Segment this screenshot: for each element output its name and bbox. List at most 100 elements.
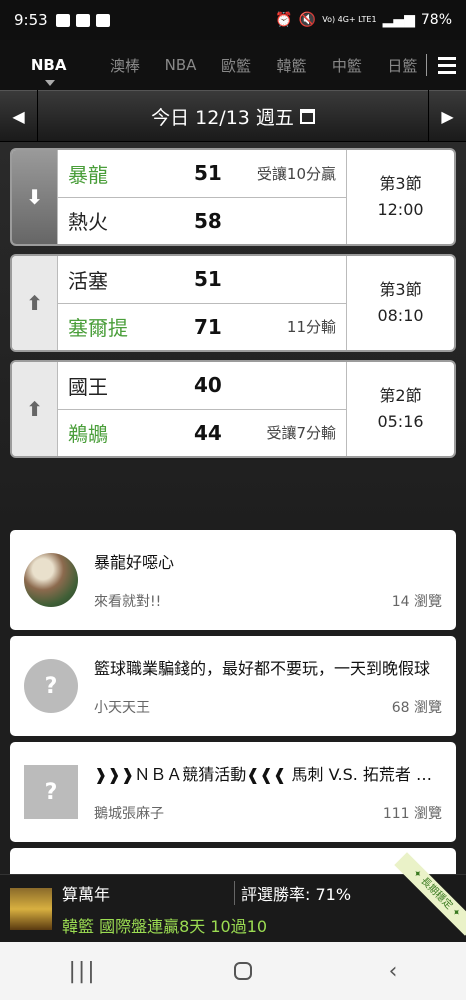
list-item[interactable]: ? ❱❱❱ＮＢＡ競猜活動❰❰❰ 馬刺 V.S. 拓荒者 預測賽果 鵝城張麻子 1…: [10, 742, 456, 842]
post-views: 14 瀏覽: [391, 594, 442, 610]
post-list: 暴龍好噁心 來看就對!! 14 瀏覽 ? 籃球職業騙錢的，最好都不要玩，一天到晚…: [0, 530, 466, 874]
home-button[interactable]: [233, 962, 252, 980]
avatar: [10, 887, 52, 930]
post-body: ❱❱❱ＮＢＡ競猜活動❰❰❰ 馬刺 V.S. 拓荒者 預測賽果 鵝城張麻子 111…: [94, 761, 442, 823]
team-score: 51: [194, 161, 222, 186]
recent-apps-button[interactable]: |||: [68, 959, 96, 984]
team-name: 鵜鶘: [68, 422, 108, 447]
avatar: [24, 553, 78, 607]
next-day-button[interactable]: ▶: [428, 90, 466, 142]
team-name: 國王: [68, 374, 108, 399]
game-clock: 12:00: [377, 200, 424, 219]
team-score: 44: [194, 420, 222, 445]
tab-euro-basketball[interactable]: 歐籃: [208, 55, 263, 76]
post-author: 小天天王: [94, 700, 150, 716]
tab-korea-basketball[interactable]: 韓籃: [264, 55, 319, 76]
arrow-right-icon: ▶: [441, 106, 454, 126]
team-row: 活塞 51: [58, 256, 346, 303]
post-views: 111 瀏覽: [382, 806, 442, 822]
game-teams: 國王 40 鵜鶘 44 受讓7分輸: [58, 362, 346, 456]
team-name: 暴龍: [68, 162, 108, 187]
post-meta: 來看就對!! 14 瀏覽: [94, 591, 442, 611]
status-time: 9:53: [14, 11, 48, 29]
date-bar: ◀ 今日 12/13 週五 ▶: [0, 90, 466, 142]
team-score: 71: [194, 314, 222, 339]
gallery-icon: [55, 13, 70, 27]
handicap-note: 受讓7分輸: [266, 424, 336, 443]
team-row: 塞爾提 71 11分輸: [58, 302, 346, 351]
expert-record: 韓籃 國際盤連贏8天 10過10: [62, 916, 268, 936]
win-rate: 評選勝率: 71%: [234, 880, 351, 905]
alarm-icon: ⏰: [275, 12, 293, 28]
back-button[interactable]: ‹: [389, 959, 398, 984]
game-period: 第3節: [379, 174, 422, 193]
handicap-note: 受讓10分贏: [256, 164, 336, 183]
post-author: 鵝城張麻子: [94, 806, 164, 822]
game-status: 第3節 08:10: [346, 256, 454, 350]
team-score: 51: [194, 267, 222, 292]
team-row: 熱火 58: [58, 196, 346, 245]
arrow-down-icon: ⬇: [26, 185, 43, 209]
list-item[interactable]: ? 籃球職業騙錢的，最好都不要玩，一天到晚假球 小天天王 68 瀏覽: [10, 636, 456, 736]
handicap-note: 11分輸: [286, 318, 336, 337]
banner-header: 算萬年 評選勝率: 71%: [62, 880, 466, 905]
tab-nba-active[interactable]: NBA: [0, 56, 97, 86]
tab-aus-baseball[interactable]: 澳棒: [97, 55, 152, 76]
game-status: 第3節 12:00: [346, 150, 454, 244]
arrow-up-icon: ⬆: [26, 397, 43, 421]
game-status: 第2節 05:16: [346, 362, 454, 456]
default-avatar-icon: ?: [24, 765, 78, 819]
game-teams: 暴龍 51 受讓10分贏 熱火 58: [58, 150, 346, 244]
list-item[interactable]: 暴龍好噁心 來看就對!! 14 瀏覽: [10, 530, 456, 630]
league-tabs: NBA 澳棒 NBA 歐籃 韓籃 中籃 日籃: [0, 40, 466, 90]
tab-china-basketball[interactable]: 中籃: [319, 55, 374, 76]
game-card[interactable]: ⬇ 暴龍 51 受讓10分贏 熱火 58 第3節 12:00: [10, 148, 456, 246]
game-list: ⬇ 暴龍 51 受讓10分贏 熱火 58 第3節 12:00 ⬆ 活塞 51 塞…: [0, 142, 466, 530]
team-name: 熱火: [68, 210, 108, 235]
system-nav-bar: ||| ‹: [0, 942, 466, 1000]
game-card[interactable]: ⬆ 活塞 51 塞爾提 71 11分輸 第3節 08:10: [10, 254, 456, 352]
team-score: 58: [194, 208, 222, 233]
post-title: ❱❱❱ＮＢＡ競猜活動❰❰❰ 馬刺 V.S. 拓荒者 預測賽果: [94, 765, 439, 784]
arrow-left-icon: ◀: [12, 106, 25, 126]
post-author: 來看就對!!: [94, 594, 162, 610]
game-clock: 05:16: [377, 412, 424, 431]
notification-icons: [55, 13, 110, 27]
game-clock: 08:10: [377, 306, 424, 325]
expert-banner[interactable]: 算萬年 評選勝率: 71% 韓籃 國際盤連贏8天 10過10 ✦ 長期穩定 ✦: [0, 852, 466, 942]
team-row: 鵜鶘 44 受讓7分輸: [58, 408, 346, 457]
tab-nba[interactable]: NBA: [153, 56, 208, 74]
game-period: 第3節: [379, 280, 422, 299]
tab-japan-basketball[interactable]: 日籃: [375, 55, 430, 76]
battery-label: 78%: [420, 12, 452, 28]
check-icon: [95, 13, 110, 27]
team-row: 暴龍 51 受讓10分贏: [58, 150, 346, 197]
banner-body: 算萬年 評選勝率: 71% 韓籃 國際盤連贏8天 10過10: [62, 880, 466, 937]
date-label: 今日 12/13 週五: [151, 106, 294, 129]
post-body: 暴龍好噁心 來看就對!! 14 瀏覽: [94, 549, 442, 611]
team-score: 40: [194, 373, 222, 398]
mute-icon: 🔇: [298, 12, 317, 28]
post-views: 68 瀏覽: [391, 700, 442, 716]
expand-button[interactable]: ⬆: [12, 256, 58, 350]
menu-icon[interactable]: [427, 40, 466, 90]
date-selector[interactable]: 今日 12/13 週五: [38, 103, 428, 130]
team-name: 塞爾提: [68, 316, 128, 341]
post-title: 籃球職業騙錢的，最好都不要玩，一天到晚假球: [94, 659, 431, 678]
network-label: Vo) 4G+ LTE1: [322, 15, 377, 24]
arrow-up-icon: ⬆: [26, 291, 43, 315]
mail-icon: [75, 13, 90, 27]
post-meta: 小天天王 68 瀏覽: [94, 697, 442, 717]
expand-button[interactable]: ⬆: [12, 362, 58, 456]
list-item[interactable]: [10, 848, 456, 874]
collapse-button[interactable]: ⬇: [12, 150, 58, 244]
prev-day-button[interactable]: ◀: [0, 90, 38, 142]
post-body: 籃球職業騙錢的，最好都不要玩，一天到晚假球 小天天王 68 瀏覽: [94, 655, 442, 717]
calendar-icon: [299, 108, 315, 124]
game-period: 第2節: [379, 386, 422, 405]
default-avatar-icon: ?: [24, 659, 78, 713]
expert-name: 算萬年: [62, 884, 111, 904]
signal-icon: ▂▄▆: [382, 12, 415, 28]
status-bar: 9:53 ⏰ 🔇 Vo) 4G+ LTE1 ▂▄▆ 78%: [0, 0, 466, 40]
game-card[interactable]: ⬆ 國王 40 鵜鶘 44 受讓7分輸 第2節 05:16: [10, 360, 456, 458]
